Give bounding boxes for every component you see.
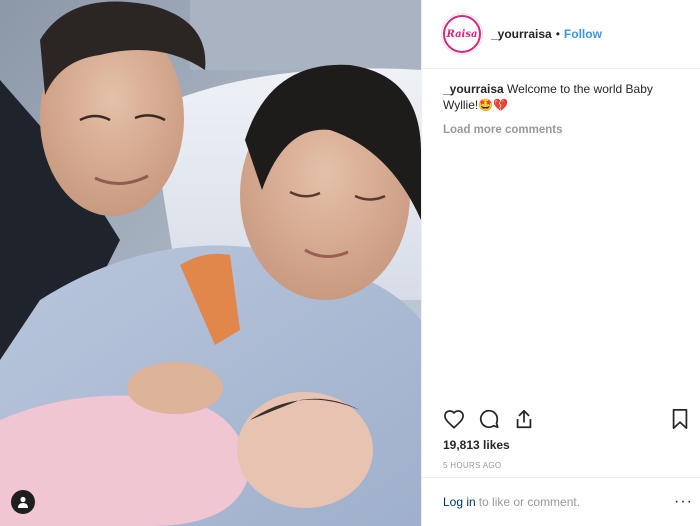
caption-username[interactable]: _yourraisa [443, 82, 504, 96]
avatar-logo: Raisa [443, 15, 481, 53]
login-footer: Log in to like or comment. ··· [422, 477, 700, 526]
post-side-panel: Raisa _yourraisa • Follow _yourraisa Wel… [421, 0, 700, 526]
save-button[interactable] [667, 406, 693, 432]
share-button[interactable] [511, 406, 537, 432]
photo-illustration [0, 0, 421, 526]
load-more-comments-button[interactable]: Load more comments [443, 124, 563, 136]
comment-button[interactable] [476, 406, 502, 432]
login-prompt-text: to like or comment. [478, 495, 581, 509]
user-tag-icon [18, 496, 28, 508]
action-bar [422, 404, 700, 434]
header-separator: • [555, 27, 560, 41]
avatar-logo-text: Raisa [446, 28, 478, 40]
header-username[interactable]: _yourraisa [491, 27, 552, 41]
post-header: Raisa _yourraisa • Follow [422, 0, 700, 69]
comment-icon [479, 409, 499, 429]
follow-button[interactable]: Follow [564, 27, 602, 41]
login-link[interactable]: Log in [443, 495, 476, 509]
post-photo[interactable] [0, 0, 421, 526]
bookmark-icon [672, 408, 688, 430]
avatar[interactable]: Raisa [441, 13, 483, 55]
share-icon [516, 409, 532, 429]
caption: _yourraisa Welcome to the world Baby Wyl… [443, 81, 682, 113]
like-button[interactable] [441, 406, 467, 432]
post-timestamp[interactable]: 5 HOURS AGO [443, 461, 501, 470]
more-options-button[interactable]: ··· [674, 493, 693, 511]
heart-icon [444, 410, 464, 429]
comments-section: _yourraisa Welcome to the world Baby Wyl… [422, 69, 700, 138]
user-tag-button[interactable] [11, 490, 35, 514]
likes-count[interactable]: 19,813 likes [443, 438, 510, 452]
